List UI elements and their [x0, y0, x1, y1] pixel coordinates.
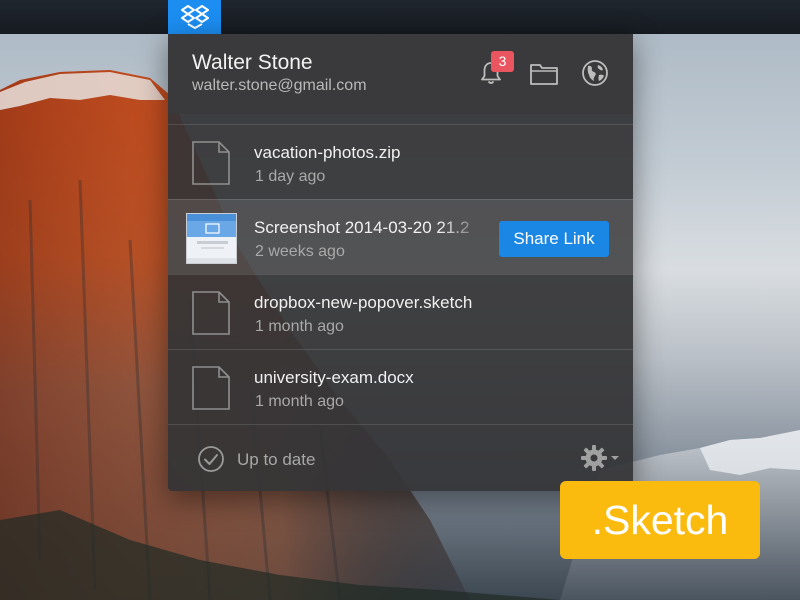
file-name: university-exam.docx	[254, 368, 414, 387]
chevron-down-icon	[611, 456, 619, 460]
document-icon	[192, 141, 230, 185]
file-row[interactable]: Screenshot 2014-03-20 21.2 2 weeks ago S…	[168, 199, 633, 274]
document-icon	[192, 291, 230, 335]
file-row[interactable]: vacation-photos.zip 1 day ago	[168, 124, 633, 199]
notification-count-badge: 3	[491, 51, 514, 72]
file-modified-time: 1 month ago	[255, 318, 344, 335]
file-name: vacation-photos.zip	[254, 143, 401, 162]
screenshot-thumbnail	[186, 213, 237, 264]
sketch-badge: .Sketch	[560, 481, 760, 559]
file-row[interactable]: dropbox-new-popover.sketch 1 month ago	[168, 274, 633, 349]
sync-status: Up to date	[237, 450, 316, 469]
folder-icon[interactable]	[528, 57, 560, 89]
file-modified-time: 2 weeks ago	[255, 243, 345, 260]
user-email: walter.stone@gmail.com	[192, 77, 367, 94]
file-name: Screenshot 2014-03-20 21.2	[254, 218, 470, 237]
file-modified-time: 1 month ago	[255, 393, 344, 410]
checkmark-circle-icon	[198, 446, 224, 472]
dropbox-popover: Walter Stone walter.stone@gmail.com 3 va…	[168, 34, 633, 491]
globe-icon[interactable]	[579, 57, 611, 89]
recent-files-list: vacation-photos.zip 1 day ago Screenshot…	[168, 124, 633, 424]
settings-menu-button[interactable]	[580, 442, 624, 474]
document-icon	[192, 366, 230, 410]
file-name: dropbox-new-popover.sketch	[254, 293, 473, 312]
file-row[interactable]: university-exam.docx 1 month ago	[168, 349, 633, 424]
menu-bar	[0, 0, 800, 34]
file-modified-time: 1 day ago	[255, 168, 326, 185]
popover-header: Walter Stone walter.stone@gmail.com 3	[168, 34, 633, 114]
share-link-button[interactable]: Share Link	[499, 221, 609, 257]
gear-icon	[581, 445, 607, 471]
dropbox-menubar-icon[interactable]	[168, 0, 221, 34]
user-name: Walter Stone	[192, 51, 313, 74]
